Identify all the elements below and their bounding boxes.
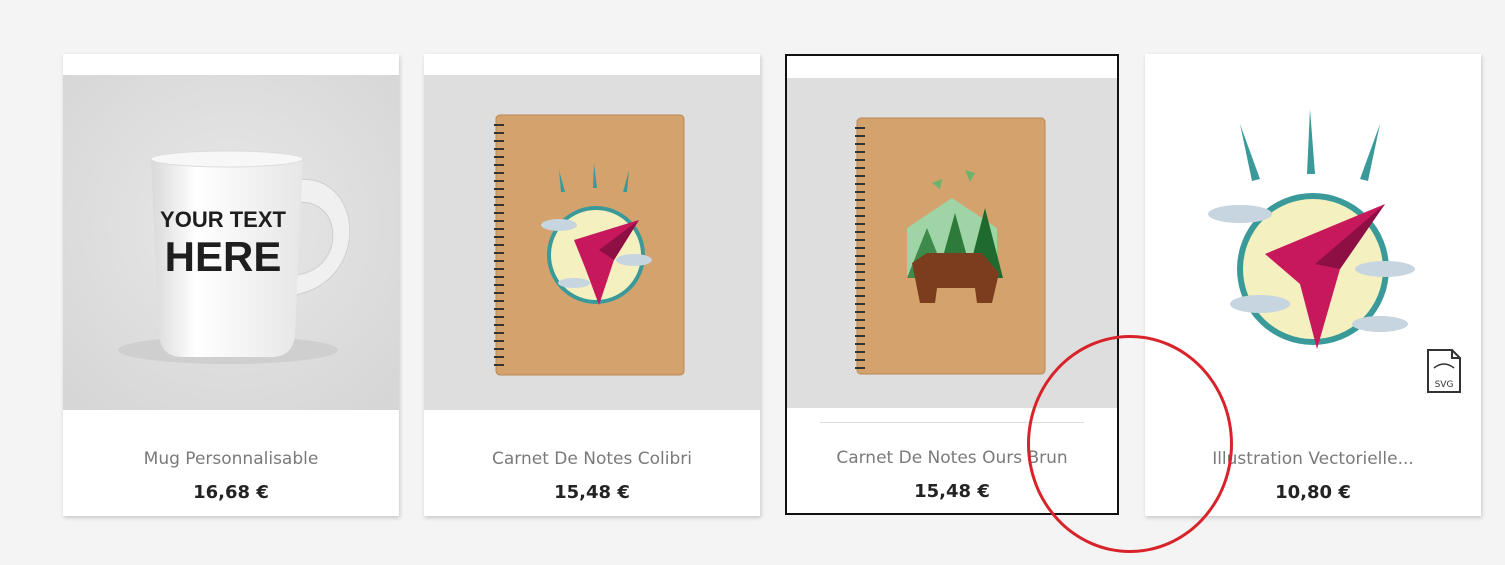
product-price: 10,80 € (1275, 482, 1351, 503)
product-price: 15,48 € (914, 481, 990, 502)
mug-print-line1: YOUR TEXT (160, 207, 286, 232)
product-image-notebook-bear[interactable] (787, 78, 1117, 408)
product-price: 16,68 € (193, 482, 269, 503)
product-image-mug[interactable]: YOUR TEXT HERE (63, 75, 399, 410)
svg-badge-label: SVG (1435, 380, 1454, 390)
product-name[interactable]: Mug Personnalisable (63, 449, 399, 469)
svg-file-icon: SVG (1426, 348, 1462, 398)
product-card-notebook-colibri[interactable]: Carnet De Notes Colibri 15,48 € (424, 54, 760, 516)
product-name[interactable]: Carnet De Notes Colibri (424, 449, 760, 469)
mug-print-line2: HERE (165, 233, 282, 280)
card-divider (820, 422, 1084, 423)
product-name[interactable]: Carnet De Notes Ours Brun (787, 448, 1117, 468)
product-card-illustration[interactable]: SVG Illustration Vectorielle... 10,80 € (1145, 54, 1481, 516)
product-card-mug[interactable]: YOUR TEXT HERE Mug Personnalisable 16,68… (63, 54, 399, 516)
product-card-notebook-bear[interactable]: Carnet De Notes Ours Brun 15,48 € (785, 54, 1119, 515)
product-price: 15,48 € (554, 482, 630, 503)
product-name[interactable]: Illustration Vectorielle... (1145, 449, 1481, 469)
product-image-notebook-colibri[interactable] (424, 75, 760, 410)
